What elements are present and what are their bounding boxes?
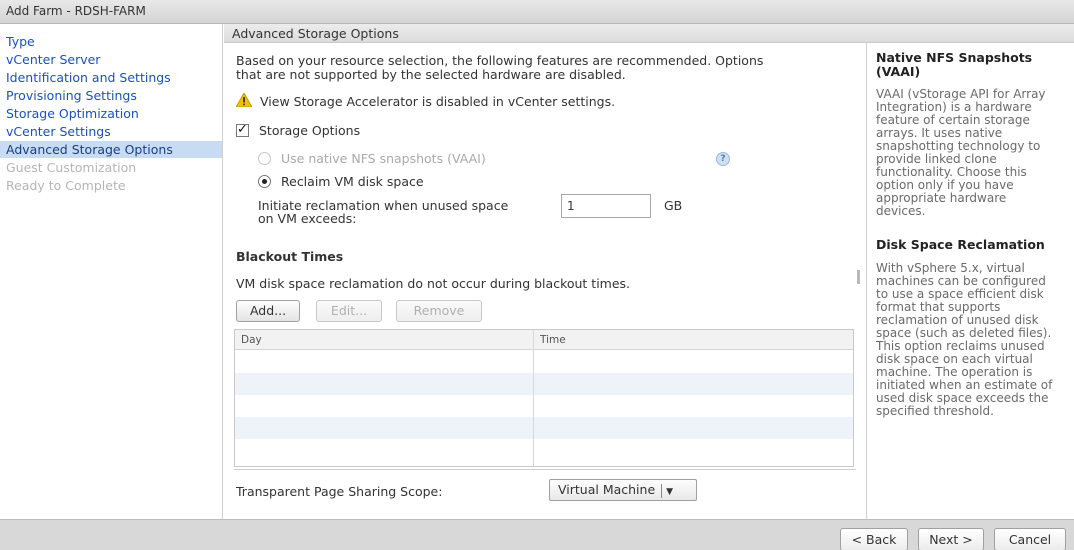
remove-blackout-button: Remove <box>396 300 482 322</box>
table-row <box>235 351 853 373</box>
table-row <box>235 373 853 395</box>
reclaim-radio[interactable] <box>258 175 271 188</box>
window-title: Add Farm - RDSH-FARM <box>0 0 1074 24</box>
blackout-times-title: Blackout Times <box>236 249 344 264</box>
intro-text-line2: that are not supported by the selected h… <box>236 67 626 82</box>
edit-blackout-button: Edit... <box>316 300 382 322</box>
main-content: Based on your resource selection, the fo… <box>224 43 866 519</box>
storage-options-checkbox[interactable] <box>236 122 249 137</box>
sidebar-item-vcenter-server[interactable]: vCenter Server <box>6 51 100 68</box>
table-header: Day Time <box>235 330 853 350</box>
intro-text-line1: Based on your resource selection, the fo… <box>236 53 764 68</box>
sidebar-item-provisioning-settings[interactable]: Provisioning Settings <box>6 87 137 104</box>
sidebar-item-storage-optimization[interactable]: Storage Optimization <box>6 105 139 122</box>
add-blackout-button[interactable]: Add... <box>236 300 300 322</box>
help-icon[interactable]: ? <box>716 152 730 166</box>
sidebar-item-vcenter-settings[interactable]: vCenter Settings <box>6 123 111 140</box>
vaai-radio <box>258 152 271 165</box>
reclaim-option-label: Reclaim VM disk space <box>281 174 424 189</box>
cancel-button[interactable]: Cancel <box>994 528 1066 550</box>
reclaim-threshold-input[interactable]: 1 <box>561 194 651 218</box>
wizard-footer: < Back Next > Cancel <box>0 519 1074 550</box>
table-row <box>235 417 853 439</box>
reclaim-threshold-label-line2: on VM exceeds: <box>258 211 357 226</box>
warning-icon <box>236 93 252 107</box>
reclaim-unit-label: GB <box>664 198 683 213</box>
blackout-description: VM disk space reclamation do not occur d… <box>236 276 631 291</box>
help-text-reclamation: With vSphere 5.x, virtual machines can b… <box>876 261 1053 418</box>
table-row <box>235 439 853 461</box>
column-divider <box>533 330 534 466</box>
column-header-day[interactable]: Day <box>235 330 262 350</box>
chevron-down-icon: ▼ <box>666 487 674 497</box>
sidebar-item-ready-to-complete: Ready to Complete <box>6 178 126 193</box>
help-heading-reclamation: Disk Space Reclamation <box>876 237 1045 252</box>
sidebar-item-type[interactable]: Type <box>6 33 35 50</box>
storage-options-label: Storage Options <box>259 123 361 138</box>
help-heading-vaai: Native NFS Snapshots (VAAI) <box>876 50 1033 79</box>
table-row <box>235 395 853 417</box>
column-header-time[interactable]: Time <box>534 330 566 350</box>
sidebar-item-advanced-storage-options[interactable]: Advanced Storage Options <box>0 141 222 158</box>
blackout-times-table[interactable]: Day Time <box>234 329 854 467</box>
wizard-steps-sidebar: Type vCenter Server Identification and S… <box>0 24 223 519</box>
back-button[interactable]: < Back <box>840 528 908 550</box>
scroll-handle[interactable] <box>857 270 860 284</box>
section-title: Advanced Storage Options <box>224 24 1074 43</box>
vaai-option-label: Use native NFS snapshots (VAAI) <box>281 151 486 166</box>
tps-scope-select[interactable]: Virtual Machine ▼ <box>549 479 697 501</box>
help-text-vaai: VAAI (vStorage API for Array Integration… <box>876 87 1046 218</box>
tps-scope-value: Virtual Machine <box>558 482 656 497</box>
help-panel: Native NFS Snapshots (VAAI) VAAI (vStora… <box>866 43 1074 519</box>
next-button[interactable]: Next > <box>918 528 984 550</box>
warning-text: View Storage Accelerator is disabled in … <box>260 94 616 109</box>
sidebar-item-identification-settings[interactable]: Identification and Settings <box>6 69 171 86</box>
tps-scope-label: Transparent Page Sharing Scope: <box>236 484 443 499</box>
sidebar-item-guest-customization: Guest Customization <box>6 160 137 175</box>
divider <box>234 469 856 470</box>
